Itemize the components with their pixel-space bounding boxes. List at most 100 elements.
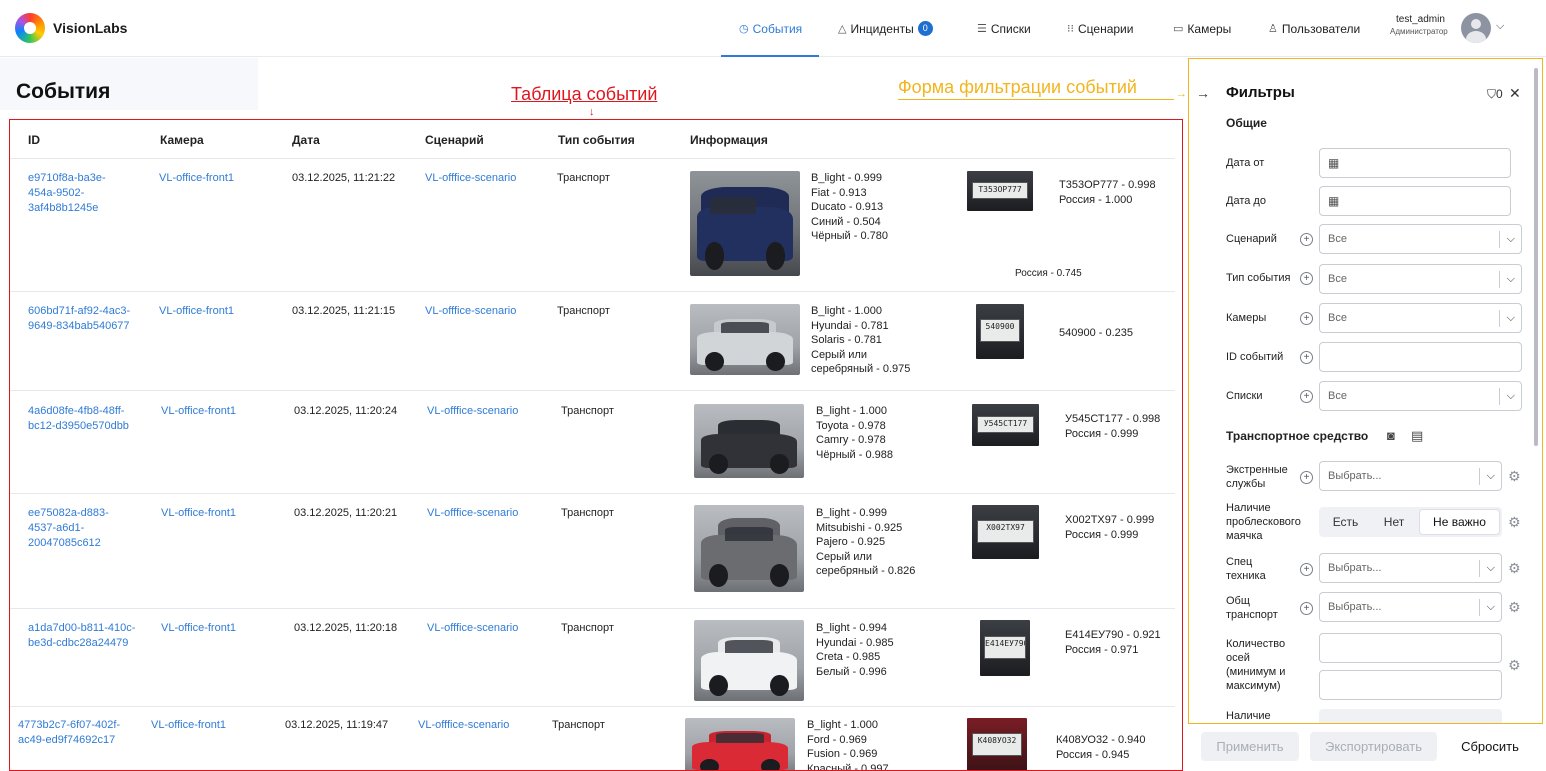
app-logo[interactable]: VisionLabs [15, 13, 127, 43]
vehicle-attributes: B_light - 1.000 Hyundai - 0.781 Solaris … [811, 304, 910, 377]
add-list-icon[interactable]: + [1300, 390, 1313, 403]
nav-events[interactable]: ◷ События [739, 0, 802, 57]
table-row[interactable]: ee75082a-d883- 4537-a6d1- 20047085c612 V… [10, 494, 1175, 609]
next-segmented-control[interactable] [1319, 709, 1502, 723]
gear-icon[interactable]: ⚙ [1508, 599, 1521, 616]
camera-link[interactable]: VL-office-front1 [161, 404, 236, 419]
vehicle-photo[interactable] [685, 718, 795, 770]
event-id[interactable]: a1da7d00-b811-410c- be3d-cdbc28a24479 [28, 621, 135, 651]
table-row[interactable]: 4773b2c7-6f07-402f- ac49-ed9f74692c17 VL… [10, 707, 1175, 770]
add-event-id-icon[interactable]: + [1300, 351, 1313, 364]
scenario-link[interactable]: VL-offfice-scenario [418, 718, 509, 733]
camera-link[interactable]: VL-office-front1 [151, 718, 226, 733]
nav-cameras[interactable]: ▭ Камеры [1173, 0, 1231, 57]
camera-link[interactable]: VL-office-front1 [161, 621, 236, 636]
chevron-down-icon: ⌵ [1506, 312, 1515, 324]
event-id[interactable]: ee75082a-d883- 4537-a6d1- 20047085c612 [28, 506, 109, 551]
event-ids-input[interactable] [1319, 342, 1522, 372]
table-row[interactable]: 4a6d08fe-4fb8-48ff- bc12-d3950e570dbb VL… [10, 391, 1175, 494]
document-icon[interactable]: ▤ [1411, 428, 1423, 444]
export-button[interactable]: Экспортировать [1310, 732, 1437, 761]
column-header-date[interactable]: Дата [292, 133, 320, 147]
filter-count-indicator[interactable]: ⛉0 [1487, 87, 1503, 102]
gear-icon[interactable]: ⚙ [1508, 514, 1521, 531]
add-emergency-icon[interactable]: + [1300, 471, 1313, 484]
add-event-type-icon[interactable]: + [1300, 272, 1313, 285]
public-transport-select[interactable]: Выбрать... ⌵ [1319, 592, 1502, 622]
scenario-select[interactable]: Все ⌵ [1319, 224, 1522, 254]
vehicle-photo[interactable] [694, 505, 804, 592]
scenario-link[interactable]: VL-offfice-scenario [425, 171, 516, 186]
camera-icon[interactable]: ◙ [1387, 428, 1395, 443]
column-header-info[interactable]: Информация [690, 133, 768, 147]
plate-photo[interactable]: Х002ТХ97 [972, 505, 1039, 559]
column-header-event-type[interactable]: Тип события [558, 133, 635, 147]
event-type: Транспорт [552, 719, 605, 731]
column-header-camera[interactable]: Камера [160, 133, 204, 147]
chevron-down-icon[interactable]: ⌵ [1496, 20, 1504, 33]
event-id[interactable]: e9710f8a-ba3e- 454a-9502- 3af4b8b1245e [28, 171, 106, 216]
add-camera-icon[interactable]: + [1300, 312, 1313, 325]
event-type-select[interactable]: Все ⌵ [1319, 264, 1522, 294]
collapse-arrow-icon[interactable]: → [1196, 85, 1210, 101]
vehicle-photo[interactable] [690, 304, 800, 375]
table-row[interactable]: 606bd71f-af92-4ac3- 9649-834bab540677 VL… [10, 292, 1175, 391]
date-to-input[interactable]: ▦ [1319, 186, 1511, 216]
column-header-id[interactable]: ID [28, 133, 40, 147]
avatar[interactable] [1461, 13, 1491, 43]
gear-icon[interactable]: ⚙ [1508, 560, 1521, 577]
scenario-link[interactable]: VL-offfice-scenario [425, 304, 516, 319]
reset-button[interactable]: Сбросить [1449, 732, 1531, 761]
plate-image-text: 540900 [979, 319, 1021, 343]
plate-photo[interactable]: Е414ЕУ790 [980, 620, 1030, 676]
beacon-option-yes[interactable]: Есть [1319, 507, 1372, 537]
emergency-select[interactable]: Выбрать... ⌵ [1319, 461, 1502, 491]
cameras-select[interactable]: Все ⌵ [1319, 303, 1522, 333]
list-icon: ☰ [977, 23, 987, 35]
app-name: VisionLabs [53, 20, 128, 36]
label-line: Общ [1226, 595, 1250, 607]
beacon-option-no[interactable]: Нет [1372, 507, 1416, 537]
funnel-icon: ⛉ [1487, 87, 1497, 101]
axles-min-input[interactable] [1319, 633, 1502, 663]
camera-link[interactable]: VL-office-front1 [159, 304, 234, 319]
user-info[interactable]: test_admin Администратор [1390, 14, 1448, 36]
nav-incidents[interactable]: △ Инциденты 0 [838, 0, 933, 57]
scenario-link[interactable]: VL-offfice-scenario [427, 404, 518, 419]
event-id[interactable]: 606bd71f-af92-4ac3- 9649-834bab540677 [28, 304, 130, 334]
column-header-scenario[interactable]: Сценарий [425, 133, 484, 147]
nav-lists[interactable]: ☰ Списки [977, 0, 1031, 57]
lists-select[interactable]: Все ⌵ [1319, 381, 1522, 411]
axles-max-input[interactable] [1319, 670, 1502, 700]
gear-icon[interactable]: ⚙ [1508, 657, 1521, 674]
special-equipment-select[interactable]: Выбрать... ⌵ [1319, 553, 1502, 583]
scenario-link[interactable]: VL-offfice-scenario [427, 506, 518, 521]
date-from-input[interactable]: ▦ [1319, 148, 1511, 178]
vehicle-photo[interactable] [690, 171, 800, 276]
plate-photo[interactable]: T353OP777 [967, 171, 1033, 211]
event-id[interactable]: 4a6d08fe-4fb8-48ff- bc12-d3950e570dbb [28, 404, 129, 434]
filter-scrollbar[interactable] [1534, 68, 1538, 446]
nav-scenarios[interactable]: ⁝⁝ Сценарии [1067, 0, 1133, 57]
scenario-link[interactable]: VL-offfice-scenario [427, 621, 518, 636]
vehicle-photo[interactable] [694, 620, 804, 701]
gear-icon[interactable]: ⚙ [1508, 468, 1521, 485]
nav-users[interactable]: ♙ Пользователи [1268, 0, 1360, 57]
vehicle-photo[interactable] [694, 404, 804, 478]
camera-link[interactable]: VL-office-front1 [161, 506, 236, 521]
camera-link[interactable]: VL-office-front1 [159, 171, 234, 186]
add-public-transport-icon[interactable]: + [1300, 602, 1313, 615]
plate-photo[interactable]: 540900 [976, 304, 1024, 359]
plate-photo[interactable]: У545СТ177 [972, 404, 1039, 446]
table-row[interactable]: e9710f8a-ba3e- 454a-9502- 3af4b8b1245e V… [10, 159, 1175, 292]
beacon-option-any[interactable]: Не важно [1419, 509, 1500, 535]
event-id[interactable]: 4773b2c7-6f07-402f- ac49-ed9f74692c17 [18, 718, 120, 748]
event-id-line: 20047085c612 [28, 537, 101, 549]
close-icon[interactable]: ✕ [1509, 85, 1521, 102]
apply-button[interactable]: Применить [1201, 732, 1299, 761]
table-row[interactable]: a1da7d00-b811-410c- be3d-cdbc28a24479 VL… [10, 609, 1175, 707]
add-special-icon[interactable]: + [1300, 563, 1313, 576]
plate-photo[interactable]: К408УО32 [967, 718, 1027, 770]
add-scenario-icon[interactable]: + [1300, 233, 1313, 246]
chevron-down-icon: ⌵ [1506, 273, 1515, 285]
